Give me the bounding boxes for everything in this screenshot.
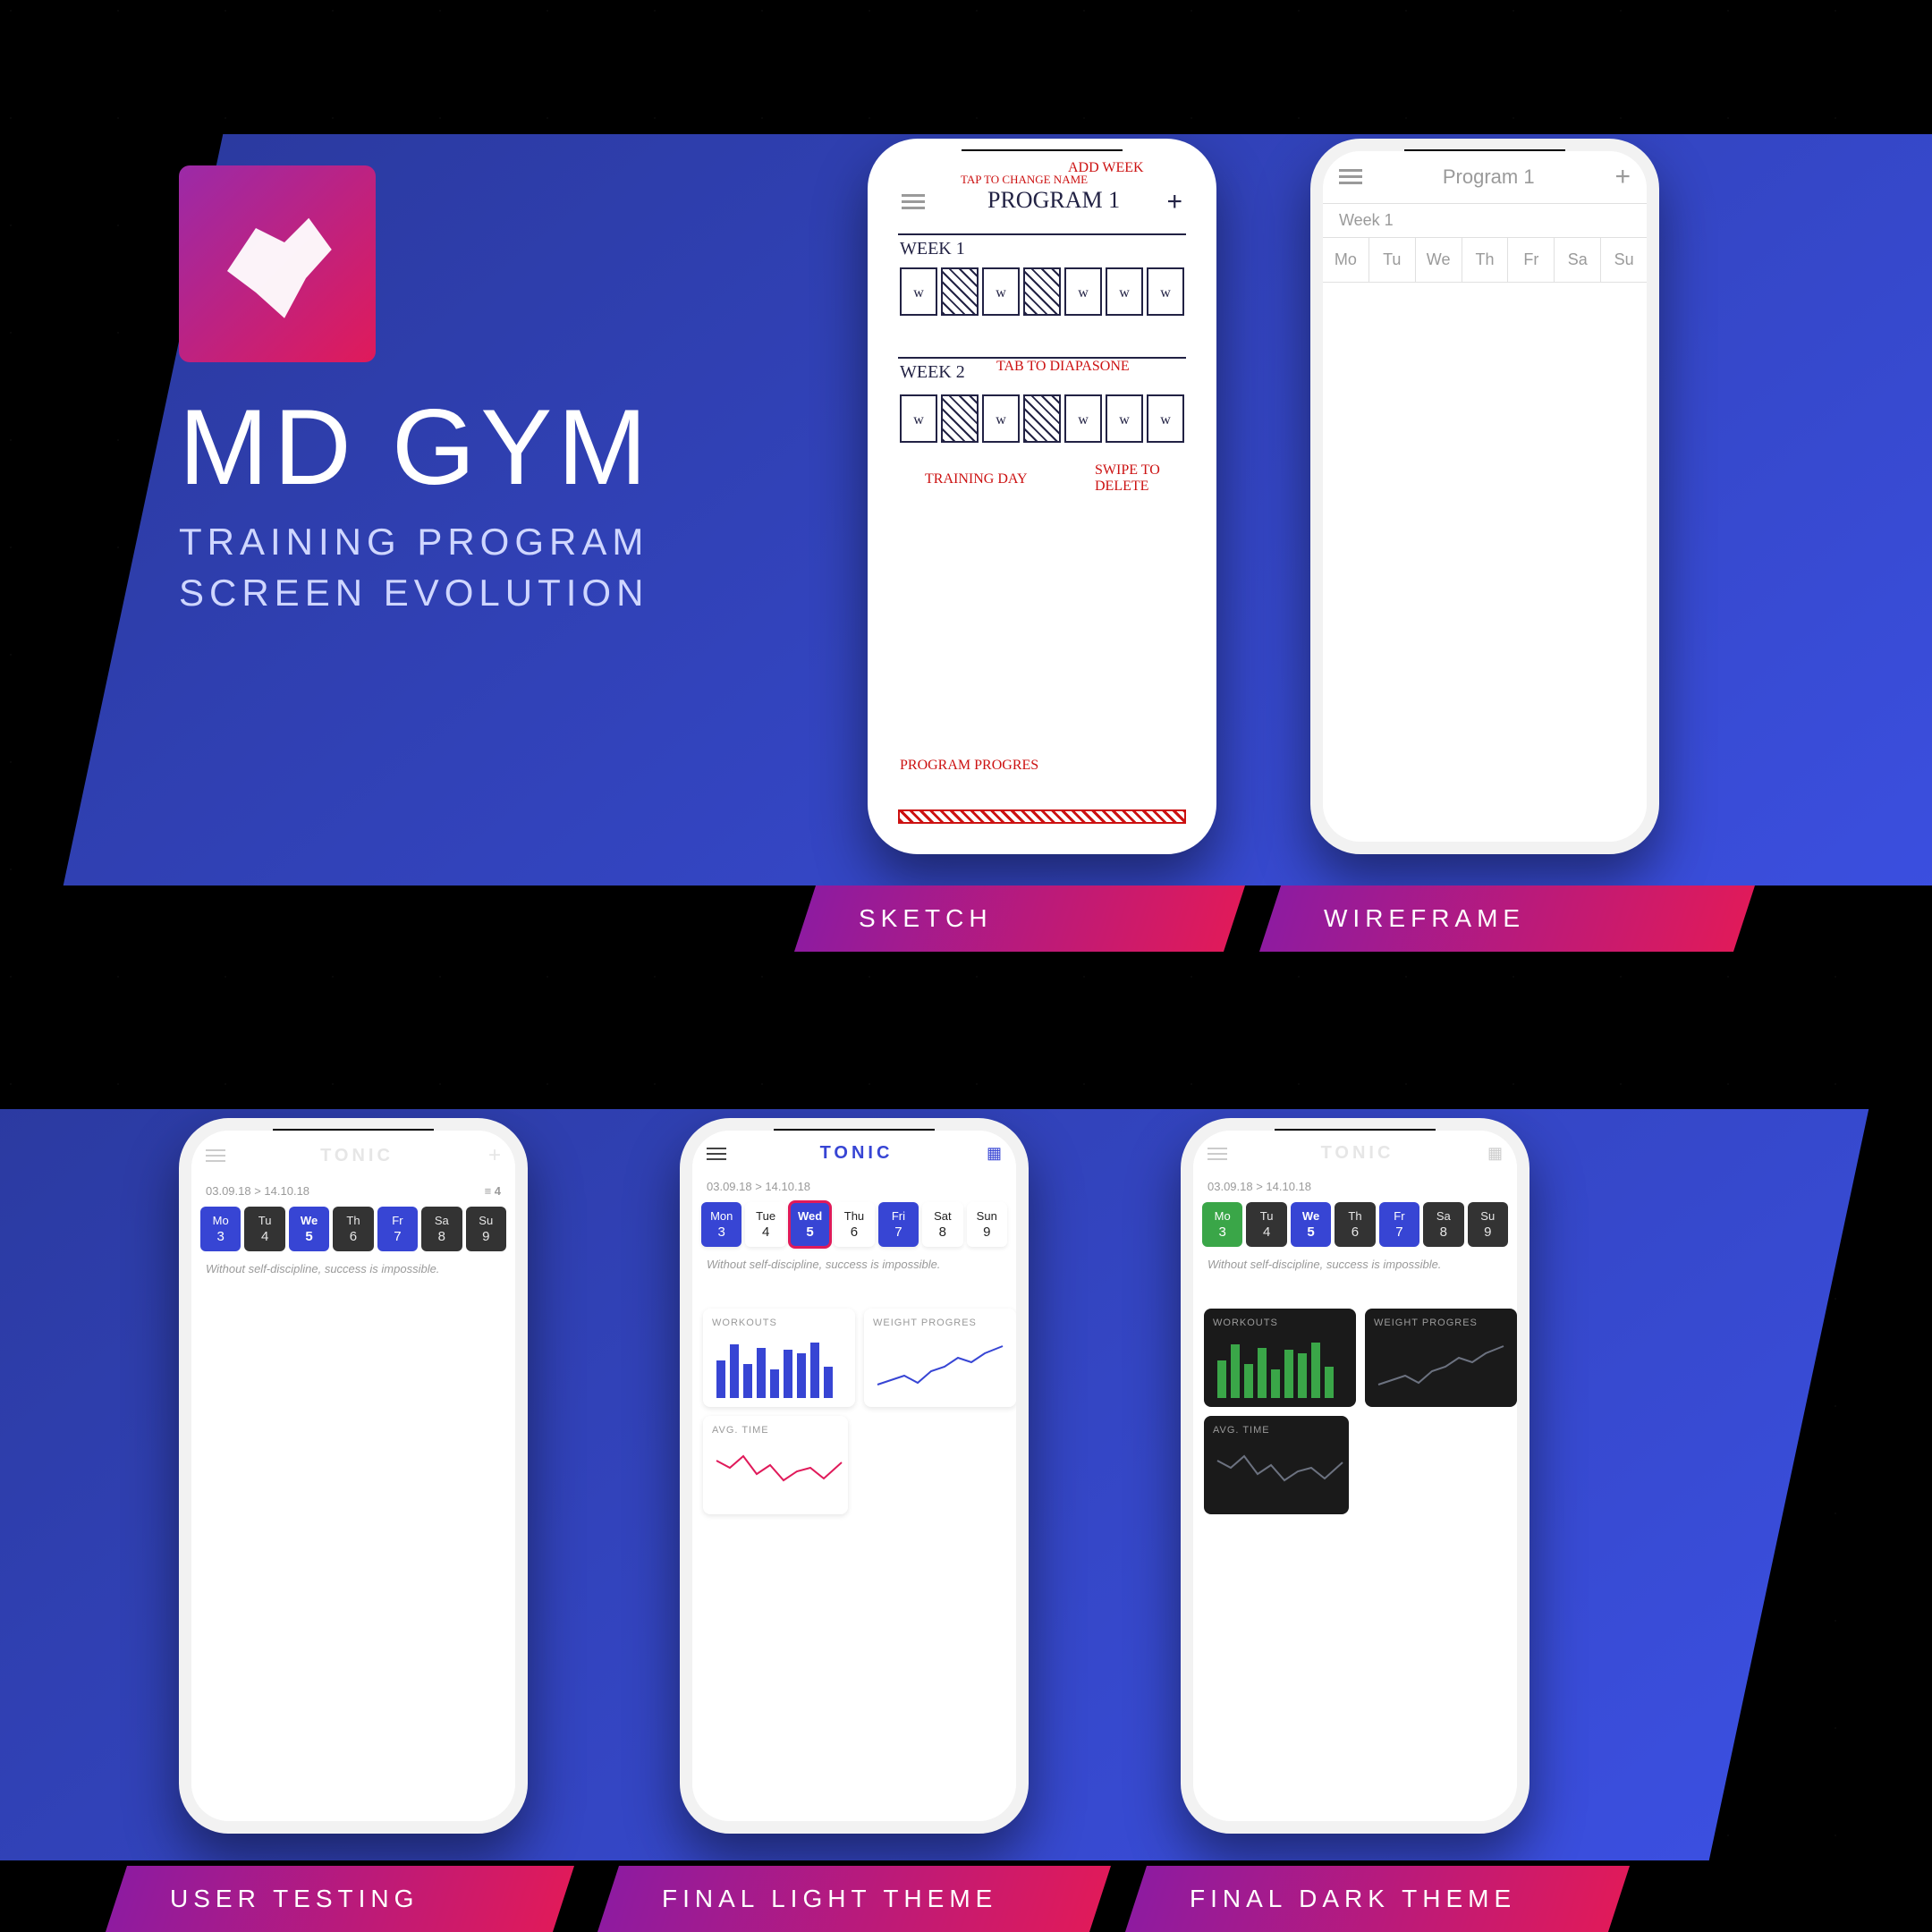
date-range: 03.09.18 > 14.10.18	[1208, 1180, 1311, 1193]
day-sa[interactable]: Sa8	[421, 1207, 462, 1251]
day-su[interactable]: Su	[1601, 238, 1647, 283]
note-diapasone: TAB TO DIAPASONE	[996, 359, 1130, 375]
sketch-screen: PROGRAM 1 + ADD WEEK TAP TO CHANGE NAME …	[880, 151, 1204, 842]
day-su[interactable]: Su9	[1468, 1202, 1508, 1247]
card-avg[interactable]: AVG. TIME	[1204, 1416, 1349, 1514]
sketch-week2: WEEK 2	[900, 362, 965, 383]
day-su[interactable]: Su9	[466, 1207, 506, 1251]
title-text: MD GYM	[179, 394, 652, 501]
wireframe-week: Week 1	[1323, 203, 1647, 238]
day-fr[interactable]: Fr	[1508, 238, 1555, 283]
day-th[interactable]: Th6	[1335, 1202, 1375, 1247]
day-sat[interactable]: Sat8	[922, 1202, 962, 1247]
add-icon[interactable]: +	[1166, 187, 1182, 217]
day-wed[interactable]: Wed5	[790, 1202, 830, 1247]
sketch-week1: WEEK 1	[900, 239, 965, 259]
page-title: MD GYM TRAINING PROGRAM SCREEN EVOLUTION	[179, 394, 652, 618]
day-mo[interactable]: Mo3	[200, 1207, 241, 1251]
card-avg[interactable]: AVG. TIME	[703, 1416, 848, 1514]
day-mo[interactable]: Mo	[1323, 238, 1369, 283]
day-th[interactable]: Th6	[333, 1207, 373, 1251]
day-mo[interactable]: Mo3	[1202, 1202, 1242, 1247]
note-trainingday: TRAINING DAY	[925, 471, 1028, 487]
subtitle-line2: SCREEN EVOLUTION	[179, 572, 648, 614]
day-sa[interactable]: Sa	[1555, 238, 1601, 283]
app-icon	[179, 165, 376, 362]
subtitle-line1: TRAINING PROGRAM	[179, 521, 648, 563]
day-sun[interactable]: Sun9	[967, 1202, 1007, 1247]
add-icon[interactable]: +	[1614, 164, 1631, 191]
add-icon[interactable]: +	[488, 1143, 501, 1168]
card-workouts[interactable]: WORKOUTS	[703, 1309, 855, 1407]
hamburger-icon[interactable]	[1339, 169, 1362, 185]
day-fr[interactable]: Fr7	[1379, 1202, 1419, 1247]
day-tue[interactable]: Tue4	[745, 1202, 785, 1247]
hamburger-icon[interactable]	[902, 194, 925, 210]
note-tapname: TAP TO CHANGE NAME	[961, 173, 1088, 187]
day-tu[interactable]: Tu	[1369, 238, 1416, 283]
app-title: TONIC	[820, 1143, 894, 1164]
quote: Without self-discipline, success is impo…	[191, 1251, 515, 1286]
tag-wireframe: WIREFRAME	[1259, 886, 1755, 952]
phone-sketch: PROGRAM 1 + ADD WEEK TAP TO CHANGE NAME …	[868, 139, 1216, 854]
wireframe-title: Program 1	[1443, 165, 1535, 189]
note-swipe: SWIPE TO DELETE	[1095, 462, 1204, 495]
calendar-icon[interactable]: ▦	[987, 1144, 1002, 1163]
day-we[interactable]: We5	[1291, 1202, 1331, 1247]
wireframe-days: Mo Tu We Th Fr Sa Su	[1323, 238, 1647, 283]
card-workouts[interactable]: WORKOUTS	[1204, 1309, 1356, 1407]
day-we[interactable]: We5	[289, 1207, 329, 1251]
card-weight[interactable]: WEIGHT PROGRES	[864, 1309, 1016, 1407]
day-fri[interactable]: Fri7	[878, 1202, 919, 1247]
date-range: 03.09.18 > 14.10.18	[206, 1184, 309, 1198]
hamburger-icon[interactable]	[1208, 1148, 1227, 1160]
tag-sketch: SKETCH	[794, 886, 1245, 952]
day-tu[interactable]: Tu4	[244, 1207, 284, 1251]
tag-light: FINAL LIGHT THEME	[597, 1866, 1111, 1932]
day-thu[interactable]: Thu6	[834, 1202, 874, 1247]
day-th[interactable]: Th	[1462, 238, 1509, 283]
day-mon[interactable]: Mon3	[701, 1202, 741, 1247]
app-title: TONIC	[1321, 1143, 1394, 1164]
quote: Without self-discipline, success is impo…	[692, 1247, 1016, 1282]
hamburger-icon[interactable]	[707, 1148, 726, 1160]
day-tu[interactable]: Tu4	[1246, 1202, 1286, 1247]
phone-wireframe: Program 1 + Week 1 Mo Tu We Th Fr Sa Su	[1310, 139, 1659, 854]
calendar-icon[interactable]: ▦	[1487, 1144, 1503, 1163]
dark-screen: TONIC ▦ 03.09.18 > 14.10.18 Mo3 Tu4 We5 T…	[1193, 1131, 1517, 1821]
wireframe-screen: Program 1 + Week 1 Mo Tu We Th Fr Sa Su	[1323, 151, 1647, 842]
light-screen: TONIC ▦ 03.09.18 > 14.10.18 Mon3 Tue4 Wed…	[692, 1131, 1016, 1821]
app-title: TONIC	[320, 1146, 394, 1166]
week-count: 4	[495, 1184, 501, 1198]
phone-dark: TONIC ▦ 03.09.18 > 14.10.18 Mo3 Tu4 We5 T…	[1181, 1118, 1530, 1834]
quote: Without self-discipline, success is impo…	[1193, 1247, 1517, 1282]
phone-light: TONIC ▦ 03.09.18 > 14.10.18 Mon3 Tue4 Wed…	[680, 1118, 1029, 1834]
day-we[interactable]: We	[1416, 238, 1462, 283]
tag-dark: FINAL DARK THEME	[1125, 1866, 1630, 1932]
testing-screen: TONIC+ 03.09.18 > 14.10.18≡ 4 Mo3 Tu4 We…	[191, 1131, 515, 1821]
day-fr[interactable]: Fr7	[377, 1207, 418, 1251]
card-weight[interactable]: WEIGHT PROGRES	[1365, 1309, 1517, 1407]
tag-testing: USER TESTING	[106, 1866, 574, 1932]
phone-testing: TONIC+ 03.09.18 > 14.10.18≡ 4 Mo3 Tu4 We…	[179, 1118, 528, 1834]
note-progress: PROGRAM PROGRES	[900, 758, 1038, 774]
sketch-title: PROGRAM 1	[987, 187, 1120, 214]
day-sa[interactable]: Sa8	[1423, 1202, 1463, 1247]
hamburger-icon[interactable]	[206, 1149, 225, 1162]
date-range: 03.09.18 > 14.10.18	[707, 1180, 810, 1193]
